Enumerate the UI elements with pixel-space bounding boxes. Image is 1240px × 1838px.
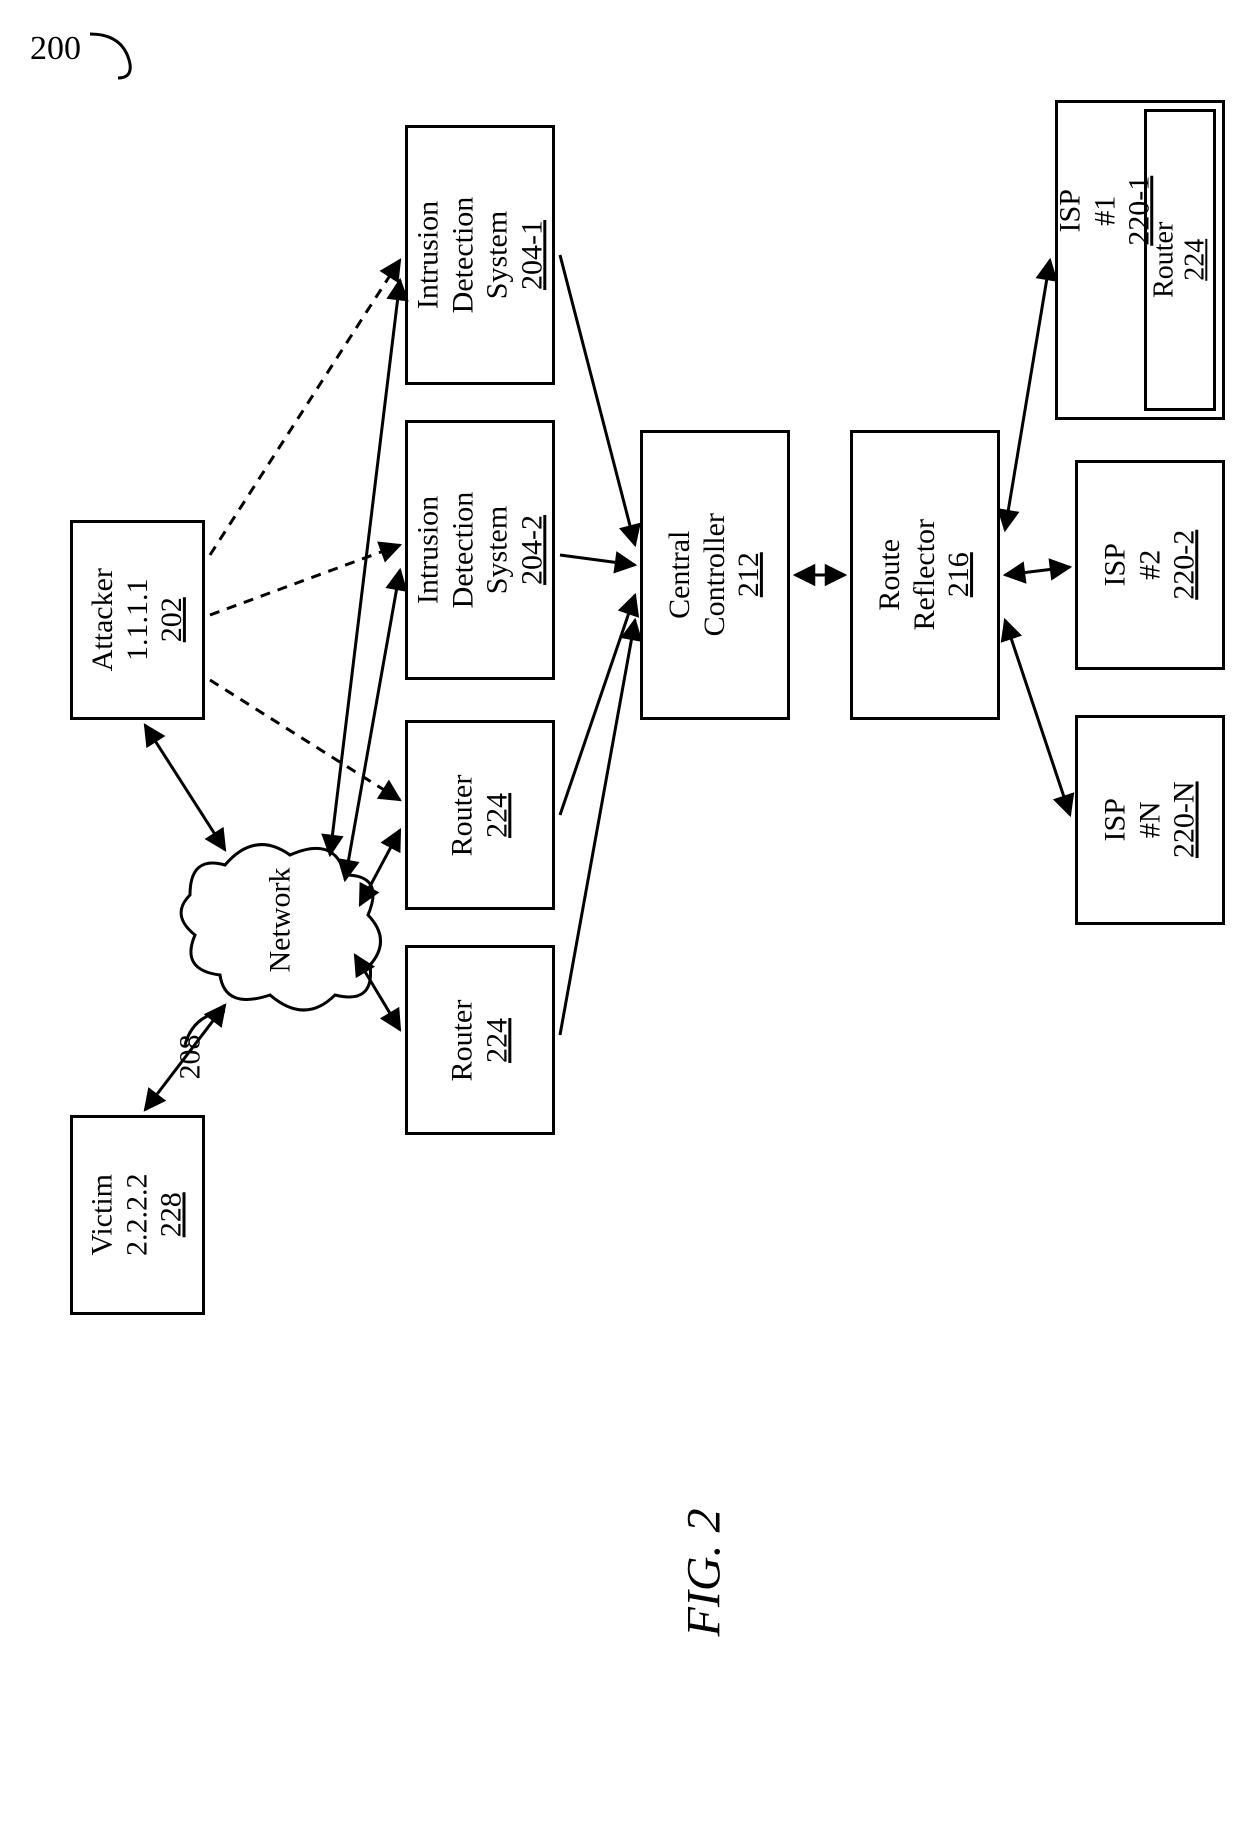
diagram-page: 200 Attacker 1.1.1.1 202 Victim 2.2.2.2 … (0, 0, 1240, 1838)
figure-caption: FIG. 2 (640, 1545, 768, 1600)
connectors (0, 0, 1240, 1838)
